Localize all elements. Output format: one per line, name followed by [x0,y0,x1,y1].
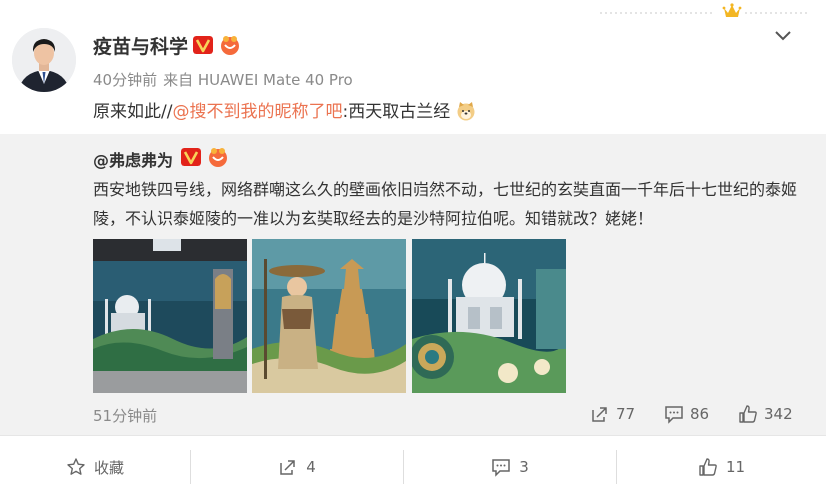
post-source: 来自 HUAWEI Mate 40 Pro [163,71,353,89]
star-icon [67,458,85,475]
mural-photo-taj-closeup [412,239,566,393]
post-time[interactable]: 40分钟前 [93,71,157,89]
like-icon [739,405,757,423]
comment-button[interactable]: 3 [404,436,616,498]
comment-icon [492,459,510,477]
repost-like-stat[interactable]: 342 [738,404,793,424]
repost-author[interactable]: @弗虑弗为 [93,147,173,171]
repost-image-1[interactable] [93,239,247,393]
member-icon [209,148,227,167]
post-text: 原来如此//@搜不到我的昵称了吧:西天取古兰经 [93,97,476,122]
repost-image-3[interactable] [412,239,566,393]
repost-button[interactable]: 4 [191,436,403,498]
repost-author-name[interactable]: @弗虑弗为 [93,151,173,170]
post-meta: 40分钟前 来自 HUAWEI Mate 40 Pro [93,69,359,90]
author-name[interactable]: 疫苗与科学 [93,32,188,59]
like-count: 11 [725,458,746,476]
favorite-button[interactable]: 收藏 [0,436,190,498]
verified-v-icon [193,36,213,54]
repost-comment-count: 86 [690,405,710,423]
mention-link[interactable]: @搜不到我的昵称了吧 [172,102,342,122]
post-text-prefix: 原来如此// [93,102,173,122]
mural-photo-taj-mahal [93,239,247,393]
repost-count: 4 [306,458,316,476]
favorite-label: 收藏 [93,458,124,477]
top-decoration-line [600,12,810,14]
comment-icon [665,406,683,424]
share-icon [592,407,607,422]
verified-v-icon [181,148,201,166]
comment-count: 3 [519,458,529,476]
mural-photo-monk-pagoda [252,239,406,393]
action-bar: 收藏 4 3 11 [0,435,826,498]
avatar[interactable] [12,28,76,92]
repost-comment-stat[interactable]: 86 [664,404,709,424]
doge-emoji-icon [457,102,475,121]
repost-text: 西安地铁四号线，网络群嘲这么久的壁画依旧岿然不动，七世纪的玄奘直面一千年后十七世… [93,180,798,228]
like-icon [699,458,717,476]
repost-image-2[interactable] [252,239,406,393]
crown-icon [722,3,742,17]
chevron-down-icon[interactable] [770,26,796,46]
avatar-portrait [12,28,76,92]
post-text-suffix: :西天取古兰经 [342,102,451,122]
member-icon [221,36,239,55]
repost-like-count: 342 [764,405,793,423]
weibo-post-card: 疫苗与科学 40分钟前 来自 HUAWEI Mate 40 Pro 原来如此//@… [0,0,826,498]
share-icon [280,460,295,475]
repost-time[interactable]: 51分钟前 [93,405,157,426]
repost-share-count: 77 [616,405,636,423]
repost-share-stat[interactable]: 77 [590,404,635,424]
like-button[interactable]: 11 [617,436,826,498]
